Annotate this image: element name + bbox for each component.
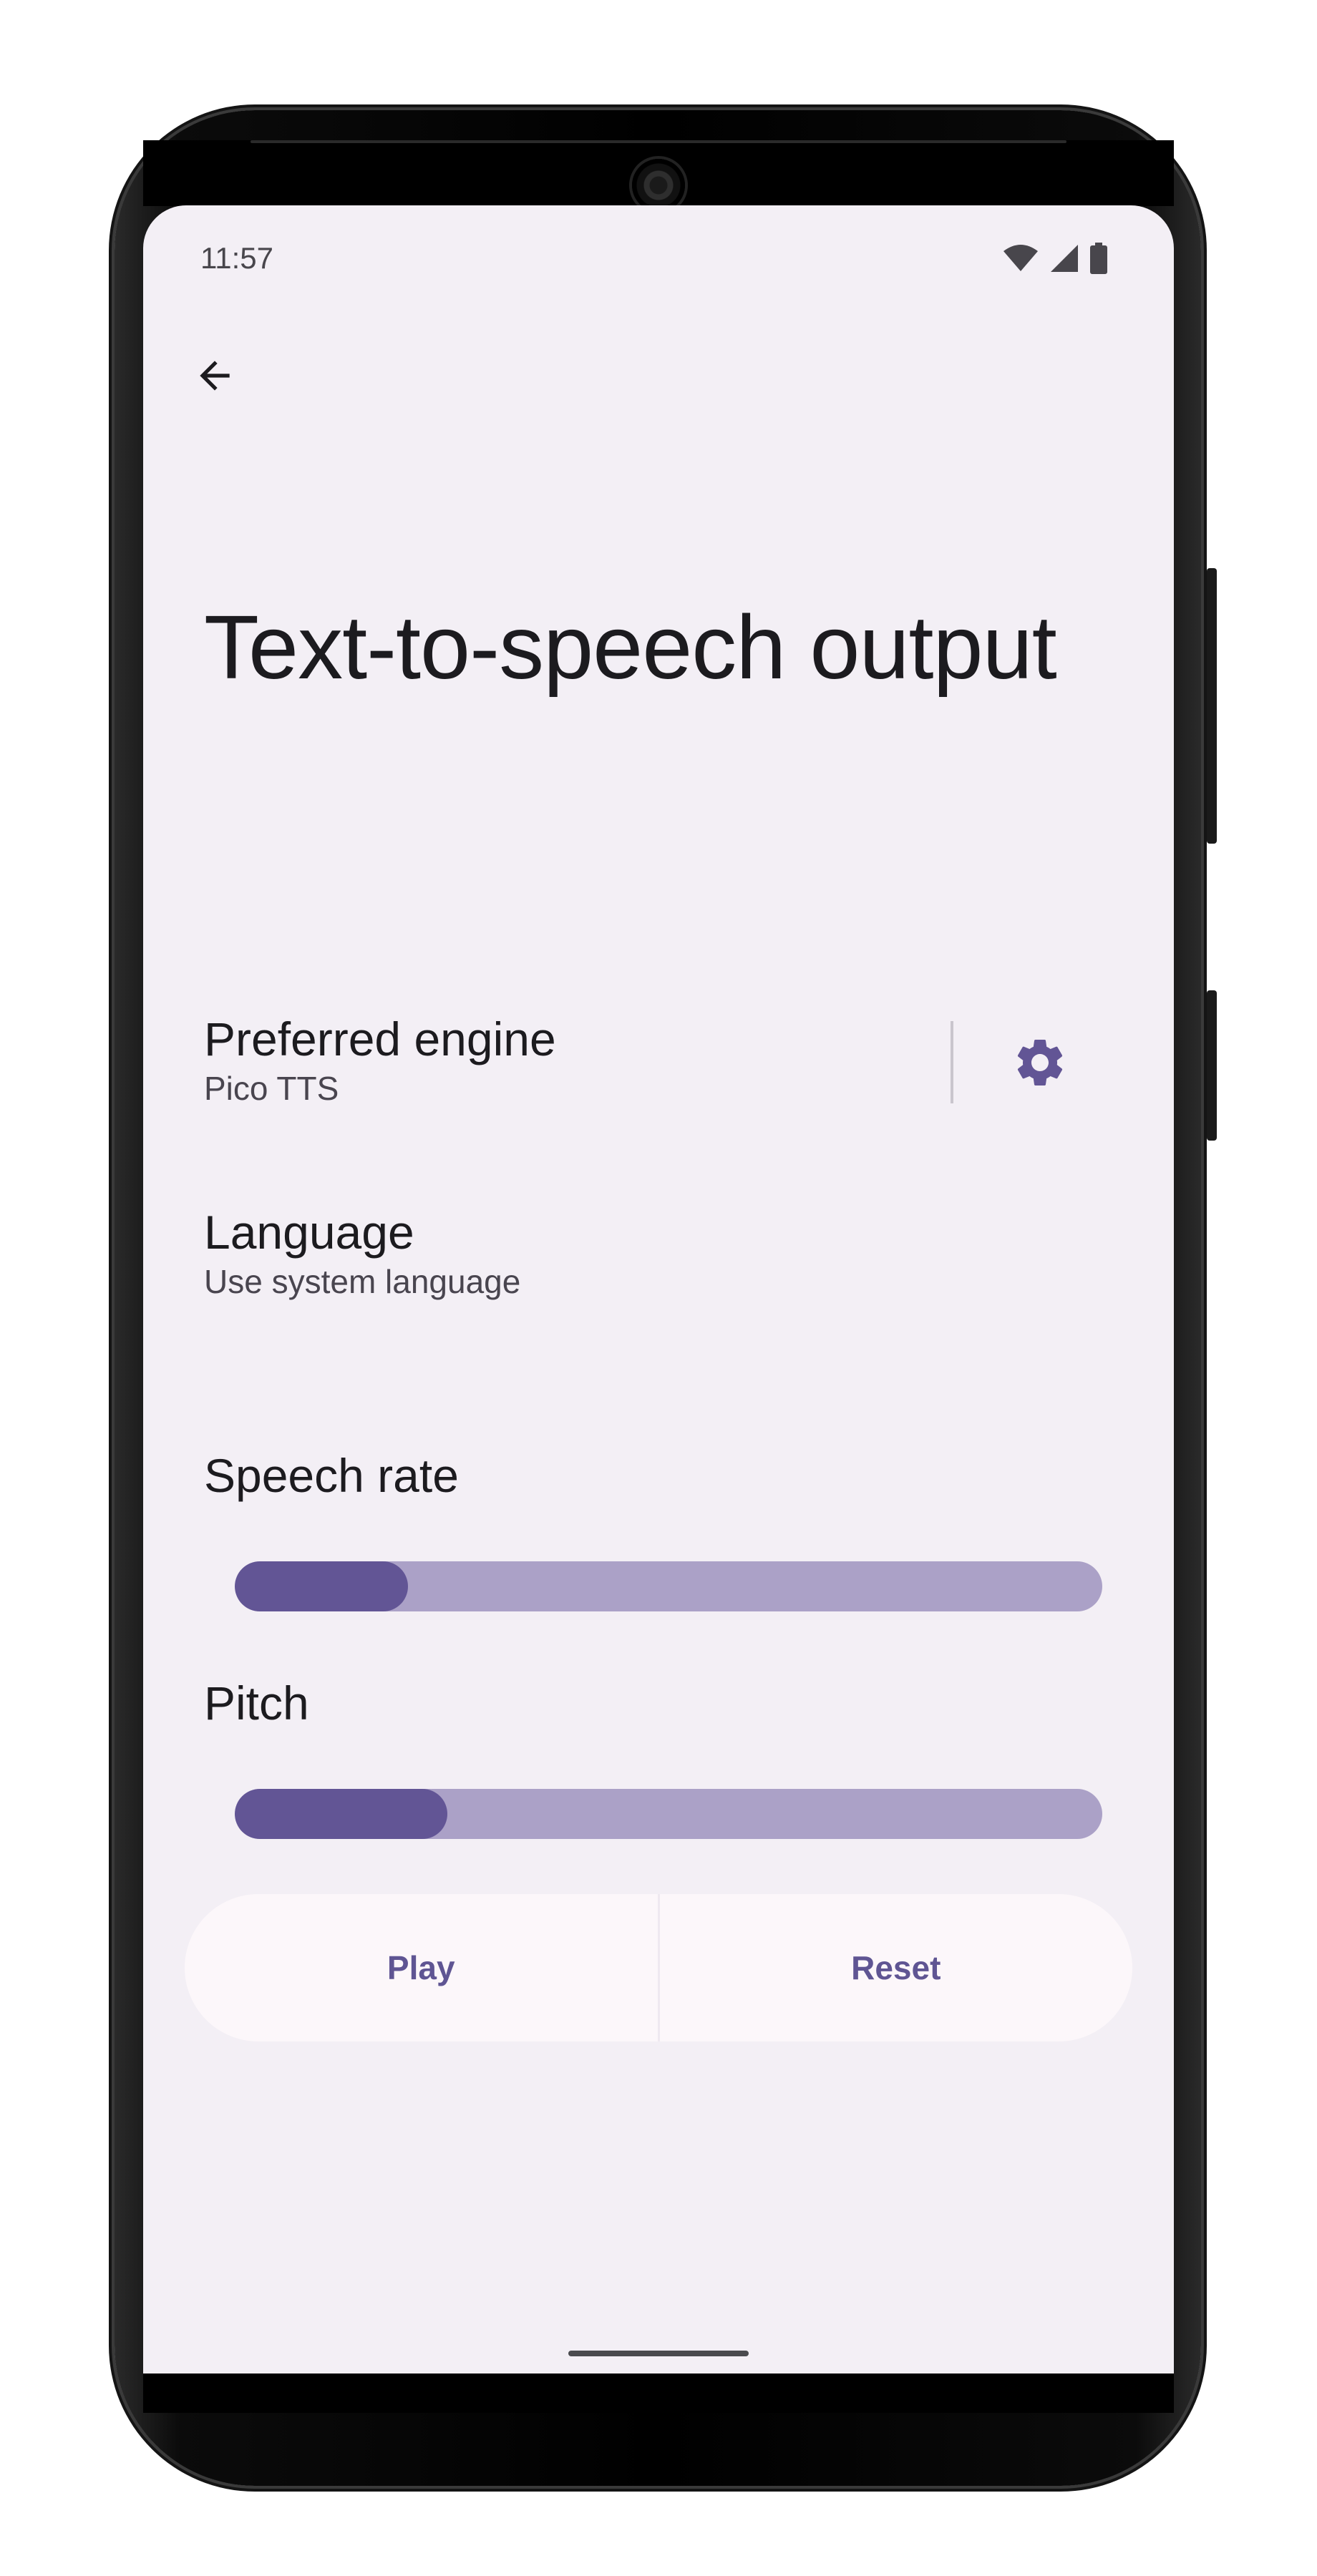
play-button[interactable]: Play xyxy=(185,1894,658,2041)
front-camera xyxy=(632,159,685,212)
pitch-slider[interactable] xyxy=(235,1789,1102,1839)
screen: 11:57 Text-to-speech output Preferred en… xyxy=(143,205,1174,2373)
back-button[interactable] xyxy=(186,348,243,406)
speech-rate-slider[interactable] xyxy=(235,1561,1102,1611)
preferred-engine-divider xyxy=(951,1021,953,1103)
signal-icon xyxy=(1049,243,1079,273)
battery-icon xyxy=(1089,243,1108,274)
earpiece xyxy=(251,140,1066,143)
language-summary: Use system language xyxy=(204,1263,521,1300)
engine-settings-button[interactable] xyxy=(1001,1025,1079,1103)
speech-rate-label: Speech rate xyxy=(204,1449,459,1502)
language-title: Language xyxy=(204,1206,414,1259)
power-button xyxy=(1207,568,1217,844)
preferred-engine-row: Preferred engine Pico TTS xyxy=(143,989,1174,1132)
gear-icon xyxy=(1011,1034,1069,1095)
preferred-engine-title: Preferred engine xyxy=(204,1013,556,1065)
language-item[interactable]: Language Use system language xyxy=(204,1204,1113,1318)
pitch-slider-fill xyxy=(235,1789,447,1839)
speech-rate-slider-fill xyxy=(235,1561,409,1611)
action-button-group: Play Reset xyxy=(185,1894,1132,2041)
volume-button xyxy=(1207,990,1217,1141)
status-icons xyxy=(1002,243,1108,274)
preferred-engine-summary: Pico TTS xyxy=(204,1070,339,1107)
status-bar: 11:57 xyxy=(143,205,1174,284)
arrow-left-icon xyxy=(193,353,237,401)
reset-button[interactable]: Reset xyxy=(660,1894,1133,2041)
page-title: Text-to-speech output xyxy=(204,597,1057,698)
preferred-engine-item[interactable]: Preferred engine Pico TTS xyxy=(204,1010,956,1118)
pitch-label: Pitch xyxy=(204,1677,309,1729)
home-indicator[interactable] xyxy=(568,2351,749,2356)
bottom-bezel xyxy=(143,2370,1174,2413)
wifi-icon xyxy=(1002,244,1039,273)
status-time: 11:57 xyxy=(200,241,273,275)
